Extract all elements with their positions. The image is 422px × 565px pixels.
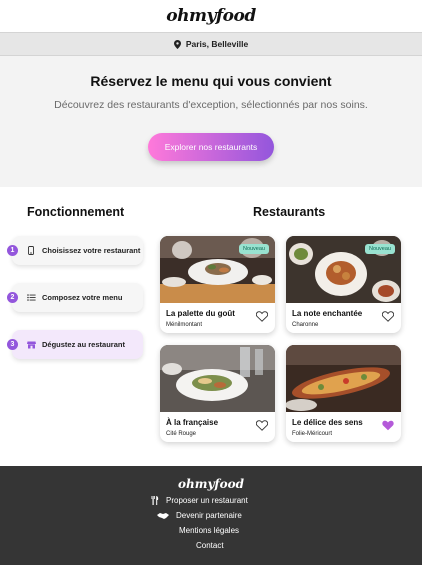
footer-link-label: Mentions légales bbox=[179, 526, 240, 535]
restaurant-card[interactable]: Nouveau La palette du goût Ménilmontant bbox=[160, 236, 275, 333]
heart-icon[interactable] bbox=[381, 309, 395, 327]
section-titles: Fonctionnement Restaurants bbox=[0, 205, 422, 221]
step-number: 3 bbox=[7, 339, 18, 350]
restaurant-area: Charonne bbox=[292, 322, 319, 328]
step-label: Dégustez au restaurant bbox=[42, 340, 125, 349]
footer-link-label: Proposer un restaurant bbox=[166, 496, 248, 505]
list-icon bbox=[26, 294, 36, 301]
site-header: ohmyfood bbox=[0, 0, 422, 32]
explore-restaurants-button[interactable]: Explorer nos restaurants bbox=[148, 133, 274, 161]
location-label: Paris, Belleville bbox=[185, 39, 249, 49]
site-footer: ohmyfood Proposer un restaurant Devenir … bbox=[0, 466, 422, 565]
hero-section: Réservez le menu qui vous convient Décou… bbox=[0, 56, 422, 187]
restaurant-name: La note enchantée bbox=[292, 309, 363, 318]
restaurant-photo bbox=[286, 345, 401, 412]
step-label: Composez votre menu bbox=[42, 293, 123, 302]
hero-subtitle: Découvrez des restaurants d'exception, s… bbox=[54, 99, 368, 111]
step-compose-menu[interactable]: Composez votre menu bbox=[12, 283, 143, 312]
store-icon bbox=[26, 341, 36, 349]
how-it-works-title: Fonctionnement bbox=[27, 205, 125, 219]
hero-title: Réservez le menu qui vous convient bbox=[90, 73, 332, 89]
footer-link-become-partner[interactable]: Devenir partenaire bbox=[157, 511, 242, 520]
restaurant-card[interactable]: À la française Cité Rouge bbox=[160, 345, 275, 442]
step-number: 2 bbox=[7, 292, 18, 303]
restaurant-area: Folie-Méricourt bbox=[292, 431, 333, 437]
heart-icon[interactable] bbox=[255, 309, 269, 327]
restaurant-name: À la française bbox=[166, 418, 219, 427]
step-number: 1 bbox=[7, 245, 18, 256]
phone-icon bbox=[26, 246, 36, 255]
restaurant-name: Le délice des sens bbox=[292, 418, 363, 427]
restaurant-card[interactable]: Nouveau La note enchantée Charonne bbox=[286, 236, 401, 333]
footer-link-legal-notice[interactable]: Mentions légales bbox=[179, 526, 239, 535]
restaurants-title: Restaurants bbox=[253, 205, 326, 219]
map-pin-icon bbox=[173, 39, 181, 49]
step-choose-restaurant[interactable]: Choisissez votre restaurant bbox=[12, 236, 143, 265]
logo[interactable]: ohmyfood bbox=[166, 6, 256, 26]
footer-link-contact[interactable]: Contact bbox=[196, 541, 224, 550]
footer-link-label: Devenir partenaire bbox=[176, 511, 242, 520]
handshake-icon bbox=[157, 512, 169, 519]
step-label: Choisissez votre restaurant bbox=[42, 246, 141, 255]
footer-logo[interactable]: ohmyfood bbox=[0, 477, 422, 491]
new-badge: Nouveau bbox=[364, 244, 395, 254]
restaurant-photo bbox=[160, 345, 275, 412]
heart-icon[interactable] bbox=[255, 418, 269, 436]
new-badge: Nouveau bbox=[238, 244, 269, 254]
heart-filled-icon[interactable] bbox=[382, 418, 394, 436]
utensils-icon bbox=[151, 496, 159, 505]
location-bar[interactable]: Paris, Belleville bbox=[0, 32, 422, 56]
restaurant-name: La palette du goût bbox=[166, 309, 235, 318]
restaurant-area: Cité Rouge bbox=[166, 431, 197, 437]
restaurant-card[interactable]: Le délice des sens Folie-Méricourt bbox=[286, 345, 401, 442]
footer-link-propose-restaurant[interactable]: Proposer un restaurant bbox=[151, 496, 248, 505]
step-enjoy-restaurant[interactable]: Dégustez au restaurant bbox=[12, 330, 143, 359]
restaurant-area: Ménilmontant bbox=[166, 322, 203, 328]
footer-link-label: Contact bbox=[196, 541, 224, 550]
